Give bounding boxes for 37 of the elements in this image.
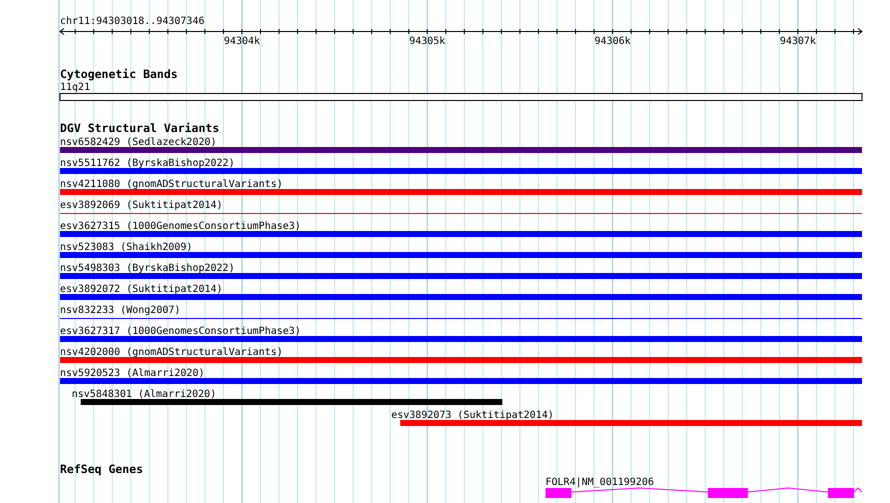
track-title: RefSeq Genes <box>60 462 144 476</box>
variant-label: nsv523083 (Shaikh2009) <box>60 242 192 253</box>
gene-label: FOLR4|NM_001199206 <box>546 477 654 488</box>
variant-bar[interactable] <box>60 252 862 258</box>
variant-bar[interactable] <box>60 294 862 300</box>
variant-label: esv3892072 (Suktitipat2014) <box>60 284 223 295</box>
variant-label: nsv5511762 (ByrskaBishop2022) <box>60 158 235 169</box>
variant-label: nsv4202000 (gnomADStructuralVariants) <box>60 347 283 358</box>
variant-bar[interactable] <box>60 168 862 174</box>
variant-label: esv3892073 (Suktitipat2014) <box>391 410 554 421</box>
tick-label: 94307k <box>780 36 816 47</box>
tick-label: 94304k <box>224 36 260 47</box>
variant-label: nsv6582429 (Sedlazeck2020) <box>60 137 217 148</box>
variant-label: nsv832233 (Wong2007) <box>60 305 180 316</box>
variant-label: nsv5920523 (Almarri2020) <box>60 368 204 379</box>
variant-label: esv3627317 (1000GenomesConsortiumPhase3) <box>60 326 301 337</box>
variant-label: esv3627315 (1000GenomesConsortiumPhase3) <box>60 221 301 232</box>
variant-bar[interactable] <box>60 273 862 279</box>
track-title: Cytogenetic Bands <box>60 67 178 81</box>
variant-bar[interactable] <box>60 189 862 195</box>
gene-model-drawing[interactable] <box>546 487 862 498</box>
variant-bar[interactable] <box>60 357 862 363</box>
tick-label: 94306k <box>594 36 631 47</box>
tick-label: 94305k <box>409 36 446 47</box>
band-label: 11q21 <box>60 82 90 93</box>
variant-bar[interactable] <box>60 231 862 237</box>
track-title: DGV Structural Variants <box>60 121 220 135</box>
ruler-position-label: chr11:94303018..94307346 <box>60 16 204 27</box>
variant-bar[interactable] <box>60 336 862 342</box>
variant-bar[interactable] <box>400 420 862 426</box>
variant-bar[interactable] <box>60 378 862 384</box>
variant-label: esv3892069 (Suktitipat2014) <box>60 200 223 211</box>
variant-bar[interactable] <box>80 399 502 405</box>
variant-label: nsv5848301 (Almarri2020) <box>72 389 216 400</box>
variant-label: nsv4211080 (gnomADStructuralVariants) <box>60 179 283 190</box>
variant-bar[interactable] <box>60 147 862 153</box>
variant-label: nsv5498303 (ByrskaBishop2022) <box>60 263 235 274</box>
